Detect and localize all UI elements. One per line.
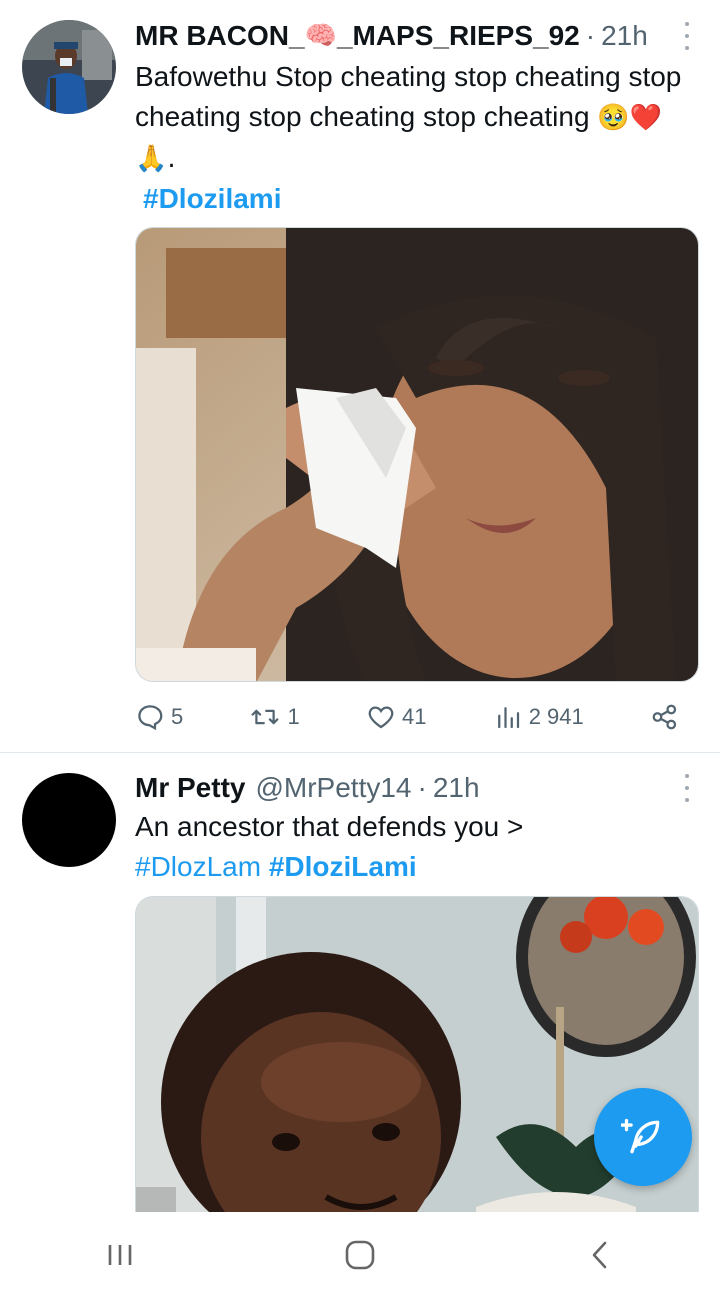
reply-count: 5 (171, 704, 184, 729)
avatar[interactable] (22, 773, 116, 867)
display-name-suffix[interactable]: _MAPS_RIEPS_92 (337, 20, 580, 52)
brain-emoji: 🧠 (304, 21, 337, 51)
recent-apps-button[interactable] (90, 1235, 150, 1275)
more-options-icon[interactable] (680, 22, 694, 50)
home-button[interactable] (330, 1235, 390, 1275)
tweet-header: Mr Petty @MrPetty14 · 21h (135, 768, 480, 808)
tweet-header: MR BACON_ 🧠 _MAPS_RIEPS_92 · 21h (135, 16, 648, 56)
share-button[interactable] (650, 702, 680, 732)
user-handle[interactable]: @MrPetty14 (255, 772, 411, 804)
tweet-image[interactable] (135, 227, 699, 682)
back-chevron-icon (592, 1241, 607, 1269)
system-navigation-bar (0, 1212, 720, 1298)
views-button[interactable]: 2 941 (493, 702, 584, 732)
display-name[interactable]: Mr Petty (135, 772, 245, 804)
feather-plus-icon (621, 1118, 660, 1154)
tweet-text-content: An ancestor that defends you > (135, 811, 524, 842)
like-button[interactable]: 41 (366, 702, 426, 732)
reply-button[interactable]: 5 (135, 702, 183, 732)
timestamp[interactable]: 21h (433, 772, 480, 804)
back-button[interactable] (570, 1235, 630, 1275)
views-icon (497, 707, 519, 729)
like-count: 41 (401, 704, 427, 729)
tweet-text: Bafowethu Stop cheating stop cheating st… (135, 57, 695, 219)
hashtag-dlozilami[interactable]: #Dlozilami (143, 183, 281, 214)
home-icon (345, 1240, 375, 1270)
separator-dot: · (417, 772, 427, 803)
more-options-icon[interactable] (680, 774, 694, 802)
hashtag-dlozilami[interactable]: #DloziLami (269, 851, 417, 882)
retweet-count: 1 (287, 704, 300, 729)
separator-dot: · (585, 20, 596, 51)
compose-tweet-button[interactable] (594, 1088, 692, 1186)
share-icon (652, 704, 677, 730)
timestamp[interactable]: 21h (601, 20, 648, 52)
retweet-icon (252, 709, 279, 725)
tweet-text: An ancestor that defends you > #DlozLam … (135, 807, 695, 887)
view-count: 2 941 (528, 704, 584, 729)
retweet-button[interactable]: 1 (249, 702, 300, 732)
recent-apps-icon (108, 1245, 132, 1265)
avatar[interactable] (22, 20, 116, 114)
hashtag-dlozlam[interactable]: #DlozLam (135, 851, 261, 882)
display-name[interactable]: MR BACON_ (135, 20, 305, 52)
tweet-actions: 5 1 41 2 941 (135, 697, 680, 737)
heart-icon (368, 706, 394, 729)
reply-icon (138, 705, 163, 731)
tweet-1[interactable]: MR BACON_ 🧠 _MAPS_RIEPS_92 · 21h Bafowet… (0, 0, 720, 752)
